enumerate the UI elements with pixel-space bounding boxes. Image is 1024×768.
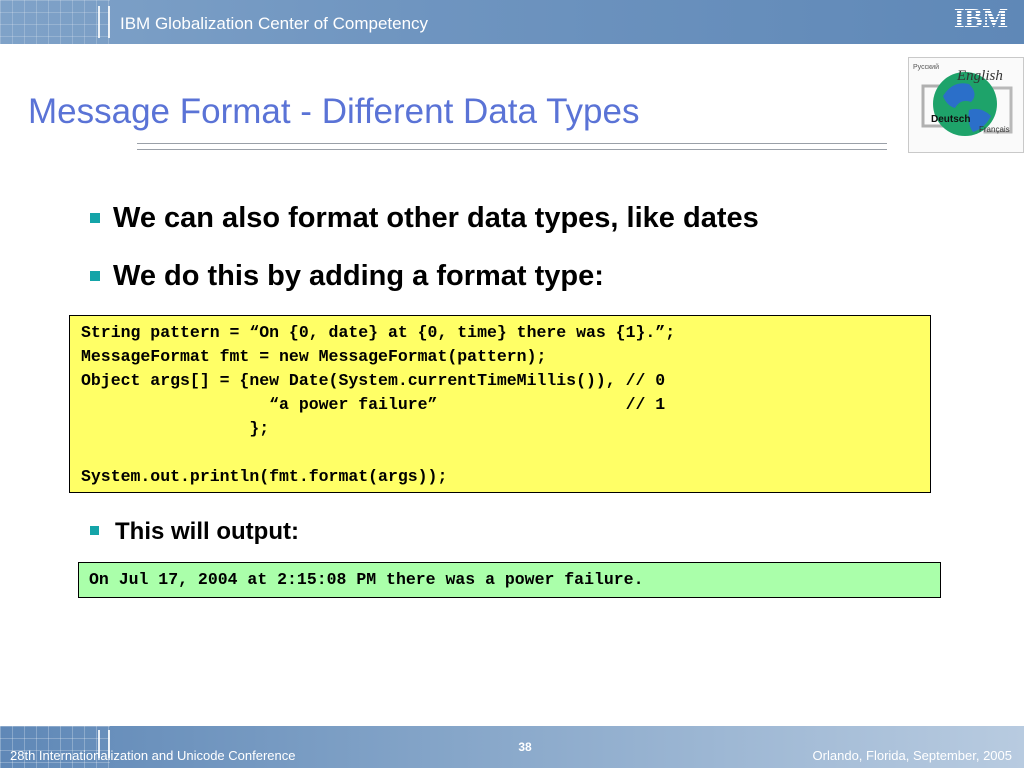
footer-location-date: Orlando, Florida, September, 2005 — [812, 748, 1012, 763]
bullet-text: This will output: — [115, 518, 299, 545]
header-divider — [98, 6, 100, 38]
code-line: MessageFormat fmt = new MessageFormat(pa… — [81, 347, 547, 366]
page-number: 38 — [518, 740, 532, 754]
footer-conference: 28th Internationalization and Unicode Co… — [10, 748, 296, 763]
header-title: IBM Globalization Center of Competency — [120, 14, 429, 33]
bullet-square-icon — [90, 271, 100, 281]
code-line: String pattern = “On {0, date} at {0, ti… — [81, 323, 676, 342]
ibm-logo-text: IBM — [954, 5, 1008, 31]
footer-bar: 28th Internationalization and Unicode Co… — [0, 726, 1024, 768]
globe-label-english: English — [956, 68, 1003, 84]
bullet-item: We do this by adding a format type: — [90, 260, 604, 293]
bullet-text: We can also format other data types, lik… — [113, 202, 759, 234]
bullet-text: We do this by adding a format type: — [113, 260, 604, 292]
globe-label-russian: Русский — [913, 63, 939, 71]
header-divider — [108, 6, 110, 38]
output-block: On Jul 17, 2004 at 2:15:08 PM there was … — [78, 562, 941, 598]
bullet-square-icon — [90, 526, 99, 535]
code-line: Object args[] = {new Date(System.current… — [81, 371, 666, 390]
code-block: String pattern = “On {0, date} at {0, ti… — [69, 315, 931, 493]
output-line: On Jul 17, 2004 at 2:15:08 PM there was … — [89, 570, 644, 589]
code-line: }; — [81, 419, 270, 438]
header-bar: IBM Globalization Center of Competency I… — [0, 0, 1024, 44]
ibm-logo: IBM — [954, 5, 1008, 31]
globe-label-french: Français — [979, 125, 1010, 134]
code-line: “a power failure” // 1 — [81, 395, 666, 414]
slide-title: Message Format - Different Data Types — [28, 92, 640, 131]
globe-languages-logo: Русский English Deutsch Français — [908, 57, 1024, 153]
code-line — [81, 441, 919, 465]
bullet-item: We can also format other data types, lik… — [90, 202, 759, 235]
code-line: System.out.println(fmt.format(args)); — [81, 467, 448, 486]
header-grid-decoration — [0, 0, 110, 44]
bullet-square-icon — [90, 213, 100, 223]
globe-label-german: Deutsch — [931, 114, 970, 125]
title-underline — [137, 143, 887, 150]
bullet-item: This will output: — [90, 518, 299, 546]
